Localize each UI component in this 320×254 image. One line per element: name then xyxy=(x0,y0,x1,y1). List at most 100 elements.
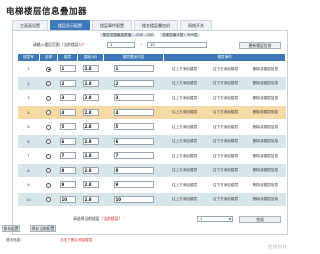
delete-floor-link[interactable]: 删除该楼层信息 xyxy=(253,154,278,158)
floor-range-selector: 请输入楼层范围（当前楼层1F）： 1 ~ 10 更新楼层信息 xyxy=(13,40,287,50)
delete-floor-link[interactable]: 删除该楼层信息 xyxy=(253,67,278,71)
height-cell: 2.8 xyxy=(77,134,104,149)
col-header-actions: 楼层操作 xyxy=(163,53,286,62)
add-floor-below-link[interactable]: 往下方添加楼层 xyxy=(213,96,238,100)
overlay-content-input[interactable]: 5 xyxy=(113,123,154,131)
delete-floor-link[interactable]: 删除该楼层信息 xyxy=(253,81,278,85)
floor-input[interactable]: 5 xyxy=(59,123,76,131)
current-floor-select[interactable]: 1 ▼ xyxy=(197,216,233,222)
delete-floor-link[interactable]: 删除该楼层信息 xyxy=(253,168,278,172)
add-floor-below-link[interactable]: 往下方添加楼层 xyxy=(213,154,238,158)
height-input[interactable]: 2.8 xyxy=(82,65,99,73)
floor-to-input[interactable]: 10 xyxy=(147,42,207,48)
add-floor-below-link[interactable]: 往下方添加楼层 xyxy=(213,81,238,85)
height-input[interactable]: 2.8 xyxy=(82,181,99,189)
save-config-button[interactable]: 保存当前配置 xyxy=(30,225,56,232)
row-select-radio[interactable] xyxy=(46,81,51,86)
floor-input[interactable]: 4 xyxy=(59,108,76,116)
row-select-radio[interactable] xyxy=(46,66,51,72)
add-floor-above-link[interactable]: 往上方添加楼层 xyxy=(172,125,197,129)
add-floor-below-link[interactable]: 往下方添加楼层 xyxy=(213,139,238,143)
content-cell: 8 xyxy=(103,163,164,178)
floor-input[interactable]: 10 xyxy=(59,195,76,203)
delete-floor-link[interactable]: 删除该楼层信息 xyxy=(253,139,278,143)
overlay-content-input[interactable]: 4 xyxy=(113,108,154,116)
add-floor-above-link[interactable]: 往上方添加楼层 xyxy=(172,81,197,85)
floor-input[interactable]: 7 xyxy=(59,152,76,160)
floor-input[interactable]: 2 xyxy=(59,79,76,87)
delete-floor-link[interactable]: 删除该楼层信息 xyxy=(253,197,278,201)
floor-cell: 4 xyxy=(57,105,78,120)
height-input[interactable]: 2.8 xyxy=(82,137,99,145)
tab-network[interactable]: 网络开关 xyxy=(180,20,212,30)
overlay-content-input[interactable]: 9 xyxy=(113,181,154,189)
floor-input[interactable]: 3 xyxy=(59,94,76,102)
delete-floor-link[interactable]: 删除该楼层信息 xyxy=(253,125,278,129)
height-input[interactable]: 2.8 xyxy=(82,166,99,174)
delete-floor-link[interactable]: 删除该楼层信息 xyxy=(253,110,278,114)
overlay-content-input[interactable]: 6 xyxy=(113,137,154,145)
height-input[interactable]: 2.8 xyxy=(82,94,99,102)
row-select-radio[interactable] xyxy=(46,124,51,130)
height-input[interactable]: 2.8 xyxy=(82,195,99,203)
add-floor-below-link[interactable]: 往下方添加楼层 xyxy=(213,110,238,114)
content-cell: 1 xyxy=(103,61,164,77)
floor-input[interactable]: 8 xyxy=(59,166,76,174)
height-input[interactable]: 2.8 xyxy=(82,152,99,160)
delete-floor-link[interactable]: 删除该楼层信息 xyxy=(253,183,278,187)
floor-input[interactable]: 1 xyxy=(59,65,76,73)
row-select-radio[interactable] xyxy=(46,182,51,188)
height-input[interactable]: 2.8 xyxy=(82,108,99,116)
add-floor-below-link[interactable]: 往下方添加楼层 xyxy=(213,67,238,71)
height-cell: 2.8 xyxy=(77,177,104,193)
height-input[interactable]: 2.8 xyxy=(82,79,99,87)
add-floor-above-link[interactable]: 往上方添加楼层 xyxy=(172,168,197,172)
tab-floor-event[interactable]: 楼层事件配置 xyxy=(92,20,132,30)
add-floor-below-link[interactable]: 往下方添加楼层 xyxy=(213,125,238,129)
overlay-content-input[interactable]: 10 xyxy=(113,195,154,203)
overlay-content-input[interactable]: 7 xyxy=(113,152,154,160)
delete-floor-link[interactable]: 删除该楼层信息 xyxy=(253,96,278,100)
add-floor-below-link[interactable]: 往下方添加楼层 xyxy=(213,183,238,187)
row-select-radio[interactable] xyxy=(46,110,51,115)
add-floor-above-link[interactable]: 往上方添加楼层 xyxy=(172,67,197,71)
range-separator: ~ xyxy=(140,42,144,47)
floor-range-label: 请输入楼层范围（当前楼层1F）： xyxy=(33,42,91,47)
row-select-radio[interactable] xyxy=(46,95,51,101)
overlay-content-input[interactable]: 2 xyxy=(113,79,154,87)
table-header-row: 楼层号 选择 楼层 高度(米) 楼层叠加内容 楼层操作 xyxy=(17,53,286,62)
height-input[interactable]: 2.8 xyxy=(82,123,99,131)
row-select-radio[interactable] xyxy=(46,197,51,202)
floor-cell: 3 xyxy=(57,90,78,106)
add-floor-below-link[interactable]: 往下方添加楼层 xyxy=(213,197,238,201)
add-floor-above-link[interactable]: 往上方添加楼层 xyxy=(172,197,197,201)
overlay-content-input[interactable]: 8 xyxy=(113,166,154,174)
tab-bar: 主画面设置 楼层显示配置 楼层事件配置 楼名楼层叠加机 网络开关 xyxy=(12,20,212,30)
add-floor-above-link[interactable]: 往上方添加楼层 xyxy=(172,96,197,100)
add-floor-above-link[interactable]: 往上方添加楼层 xyxy=(172,154,197,158)
tab-floor-display[interactable]: 楼层显示配置 xyxy=(50,20,90,30)
add-floor-above-link[interactable]: 往上方添加楼层 xyxy=(172,139,197,143)
add-floor-below-link[interactable]: 往下方添加楼层 xyxy=(213,168,238,172)
delete-cell: 删除该楼层信息 xyxy=(245,76,286,91)
tab-building-overlay[interactable]: 楼名楼层叠加机 xyxy=(134,20,178,30)
tab-main[interactable]: 主画面设置 xyxy=(12,20,48,30)
add-floor-above-link[interactable]: 往上方添加楼层 xyxy=(172,183,197,187)
add-floor-above-link[interactable]: 往上方添加楼层 xyxy=(172,110,197,114)
update-floor-button[interactable]: 更新楼层信息 xyxy=(239,41,281,49)
row-select-radio[interactable] xyxy=(46,168,51,173)
delete-cell: 删除该楼层信息 xyxy=(245,105,286,120)
total-floor-text: 总楼层最大数：999层 xyxy=(159,33,200,37)
row-select-radio[interactable] xyxy=(46,139,51,144)
floor-input[interactable]: 6 xyxy=(59,137,76,145)
add-below-cell: 往下方添加楼层 xyxy=(205,76,246,91)
done-button[interactable]: 完成 xyxy=(239,215,281,223)
overlay-content-input[interactable]: 1 xyxy=(113,65,154,73)
floor-input[interactable]: 9 xyxy=(59,181,76,189)
table-row: 6 6 2.8 6 往上方添加楼层 往下方添加楼层 删除该楼层信息 xyxy=(17,134,286,149)
overlay-content-input[interactable]: 3 xyxy=(113,94,154,102)
add-below-cell: 往下方添加楼层 xyxy=(205,177,246,193)
floor-from-input[interactable]: 1 xyxy=(107,42,135,48)
status-label: 提示信息： xyxy=(6,238,24,242)
row-select-radio[interactable] xyxy=(46,153,51,159)
